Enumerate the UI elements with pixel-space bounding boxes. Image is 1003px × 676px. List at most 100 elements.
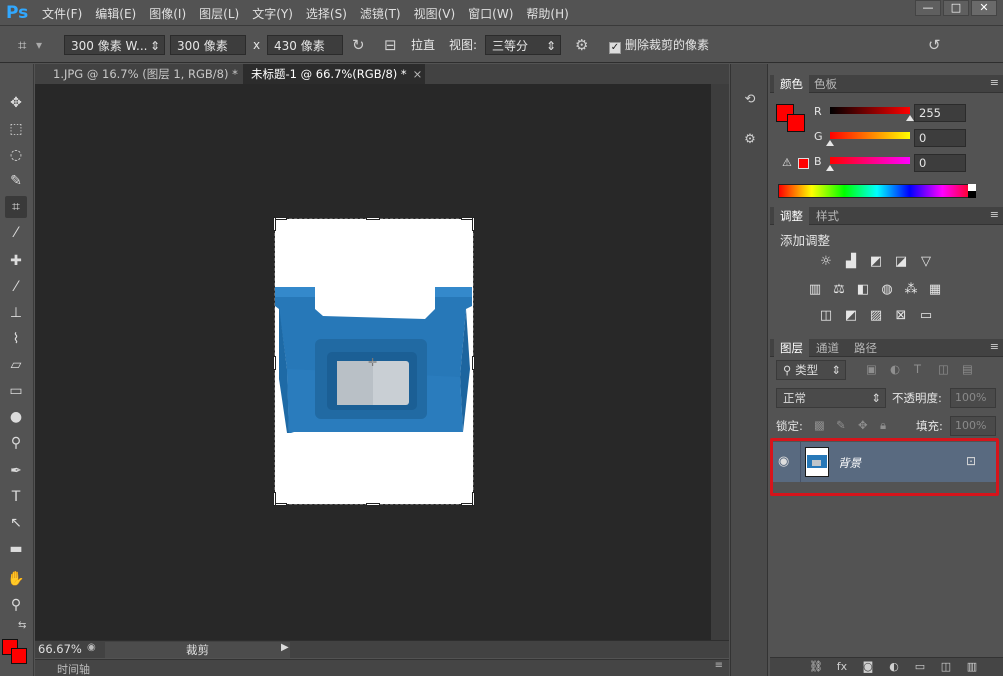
history-icon[interactable]: ⟲ bbox=[740, 90, 760, 110]
opacity-input[interactable]: 100% bbox=[950, 388, 996, 408]
slider-thumb[interactable] bbox=[826, 140, 834, 146]
tab-color[interactable]: 颜色 bbox=[774, 75, 809, 93]
crop-boundary[interactable]: ✛ bbox=[273, 217, 475, 506]
menu-file[interactable]: 文件(F) bbox=[42, 5, 82, 22]
vibrance-icon[interactable]: ▽ bbox=[918, 254, 934, 270]
menu-select[interactable]: 选择(S) bbox=[306, 5, 347, 22]
channel-mixer-icon[interactable]: ⁂ bbox=[903, 282, 919, 298]
tab-styles[interactable]: 样式 bbox=[810, 207, 845, 225]
layer-filter-select[interactable]: ⚲ 类型 ⇕ bbox=[776, 360, 846, 380]
menu-help[interactable]: 帮助(H) bbox=[526, 5, 568, 22]
gradient-tool-icon[interactable]: ▭ bbox=[5, 380, 27, 402]
reset-icon[interactable]: ↺ bbox=[928, 35, 941, 55]
swap-dimensions-icon[interactable]: ↻ bbox=[352, 35, 365, 55]
history-brush-tool-icon[interactable]: ⌇ bbox=[5, 328, 27, 350]
maximize-button[interactable]: □ bbox=[943, 0, 969, 16]
lasso-tool-icon[interactable]: ◌ bbox=[5, 144, 27, 166]
close-tab-icon[interactable]: × bbox=[413, 67, 423, 81]
red-channel-slider[interactable]: R 255 bbox=[770, 104, 1003, 128]
menu-image[interactable]: 图像(I) bbox=[149, 5, 186, 22]
red-value-input[interactable]: 255 bbox=[914, 104, 966, 122]
smart-object-filter-icon[interactable]: ▤ bbox=[962, 362, 973, 376]
panel-menu-icon[interactable]: ≡ bbox=[990, 208, 999, 221]
timeline-panel[interactable]: 时间轴 ≡ bbox=[35, 659, 729, 676]
new-layer-icon[interactable]: ◫ bbox=[938, 660, 954, 674]
tab-layers[interactable]: 图层 bbox=[774, 339, 809, 357]
background-color-swatch[interactable] bbox=[11, 648, 27, 664]
canvas-area[interactable]: ✛ bbox=[35, 84, 711, 640]
swap-colors-icon[interactable]: ⇆ bbox=[18, 620, 26, 631]
trash-icon[interactable]: ▥ bbox=[964, 660, 980, 674]
black-white-icon[interactable]: ◧ bbox=[855, 282, 871, 298]
type-filter-icon[interactable]: T bbox=[914, 362, 921, 376]
blue-value-input[interactable]: 0 bbox=[914, 154, 966, 172]
posterize-icon[interactable]: ◩ bbox=[843, 308, 859, 324]
vertical-scrollbar[interactable] bbox=[711, 84, 729, 640]
selective-color-icon[interactable]: ⊠ bbox=[893, 308, 909, 324]
zoom-tool-icon[interactable]: ⚲ bbox=[5, 594, 27, 616]
invert-icon[interactable]: ◫ bbox=[818, 308, 834, 324]
lock-all-icon[interactable]: 🔒︎ bbox=[880, 418, 886, 433]
shape-filter-icon[interactable]: ◫ bbox=[938, 362, 949, 376]
menu-filter[interactable]: 滤镜(T) bbox=[360, 5, 401, 22]
gear-icon[interactable]: ⚙ bbox=[575, 35, 588, 55]
hand-tool-icon[interactable]: ✋ bbox=[5, 568, 27, 590]
layer-style-icon[interactable]: fx bbox=[834, 660, 850, 674]
healing-brush-tool-icon[interactable]: ✚ bbox=[5, 250, 27, 272]
gradient-map-icon[interactable]: ▭ bbox=[918, 308, 934, 324]
crop-handle-bottom-right[interactable] bbox=[472, 492, 475, 506]
status-options-icon[interactable]: ◉ bbox=[87, 642, 96, 653]
panel-menu-icon[interactable]: ≡ bbox=[715, 660, 723, 671]
tab-adjustments[interactable]: 调整 bbox=[774, 207, 809, 225]
tab-channels[interactable]: 通道 bbox=[810, 339, 845, 357]
panel-menu-icon[interactable]: ≡ bbox=[990, 340, 999, 353]
crop-tool-icon[interactable]: ⌗ bbox=[18, 35, 26, 55]
crop-handle-left[interactable] bbox=[273, 356, 276, 370]
minimize-button[interactable]: — bbox=[915, 0, 941, 16]
quick-select-tool-icon[interactable]: ✎ bbox=[5, 170, 27, 192]
blend-mode-select[interactable]: 正常 ⇕ bbox=[776, 388, 886, 408]
color-balance-icon[interactable]: ⚖ bbox=[831, 282, 847, 298]
black-swatch[interactable] bbox=[968, 191, 976, 198]
panel-menu-icon[interactable]: ≡ bbox=[990, 76, 999, 89]
dodge-tool-icon[interactable]: ⚲ bbox=[5, 432, 27, 454]
crop-tool-icon[interactable]: ⌗ bbox=[5, 196, 27, 218]
tab-document-untitled[interactable]: 未标题-1 @ 66.7%(RGB/8) * × bbox=[243, 64, 425, 84]
green-channel-slider[interactable]: G 0 bbox=[770, 129, 1003, 153]
menu-edit[interactable]: 编辑(E) bbox=[95, 5, 136, 22]
tab-swatches[interactable]: 色板 bbox=[808, 75, 843, 93]
color-spectrum-bar[interactable] bbox=[778, 184, 976, 198]
link-layers-icon[interactable]: ⛓ bbox=[808, 660, 824, 674]
hue-saturation-icon[interactable]: ▥ bbox=[807, 282, 823, 298]
crop-height-input[interactable]: 430 像素 bbox=[267, 35, 343, 55]
crop-handle-top[interactable] bbox=[366, 217, 380, 220]
crop-preset-select[interactable]: 300 像素 W... ⇕ bbox=[64, 35, 165, 55]
lock-transparent-icon[interactable]: ▩ bbox=[814, 418, 825, 432]
threshold-icon[interactable]: ▨ bbox=[868, 308, 884, 324]
brush-tool-icon[interactable]: ⁄ bbox=[5, 276, 27, 298]
pen-tool-icon[interactable]: ✒ bbox=[5, 460, 27, 482]
tool-preset-arrow-icon[interactable]: ▾ bbox=[36, 35, 42, 55]
tab-paths[interactable]: 路径 bbox=[848, 339, 883, 357]
blue-gradient[interactable] bbox=[830, 157, 910, 164]
green-value-input[interactable]: 0 bbox=[914, 129, 966, 147]
slider-thumb[interactable] bbox=[826, 165, 834, 171]
tab-document-1[interactable]: 1.JPG @ 16.7% (图层 1, RGB/8) *× bbox=[35, 64, 254, 84]
clone-stamp-tool-icon[interactable]: ⊥ bbox=[5, 302, 27, 324]
white-swatch[interactable] bbox=[968, 184, 976, 191]
lock-pixels-icon[interactable]: ✎ bbox=[836, 418, 846, 432]
photo-filter-icon[interactable]: ◍ bbox=[879, 282, 895, 298]
type-tool-icon[interactable]: T bbox=[5, 486, 27, 508]
move-tool-icon[interactable]: ✥ bbox=[5, 92, 27, 114]
brightness-icon[interactable]: ☼ bbox=[818, 254, 834, 270]
status-menu-arrow-icon[interactable]: ▶ bbox=[281, 642, 289, 653]
close-button[interactable]: ✕ bbox=[971, 0, 997, 16]
straighten-icon[interactable]: ⊟ bbox=[384, 35, 397, 55]
new-adjustment-layer-icon[interactable]: ◐ bbox=[886, 660, 902, 674]
lock-position-icon[interactable]: ✥ bbox=[858, 418, 868, 432]
menu-type[interactable]: 文字(Y) bbox=[252, 5, 293, 22]
menu-layer[interactable]: 图层(L) bbox=[199, 5, 239, 22]
overlay-view-select[interactable]: 三等分 ⇕ bbox=[485, 35, 561, 55]
path-select-tool-icon[interactable]: ↖ bbox=[5, 512, 27, 534]
color-lookup-icon[interactable]: ▦ bbox=[927, 282, 943, 298]
